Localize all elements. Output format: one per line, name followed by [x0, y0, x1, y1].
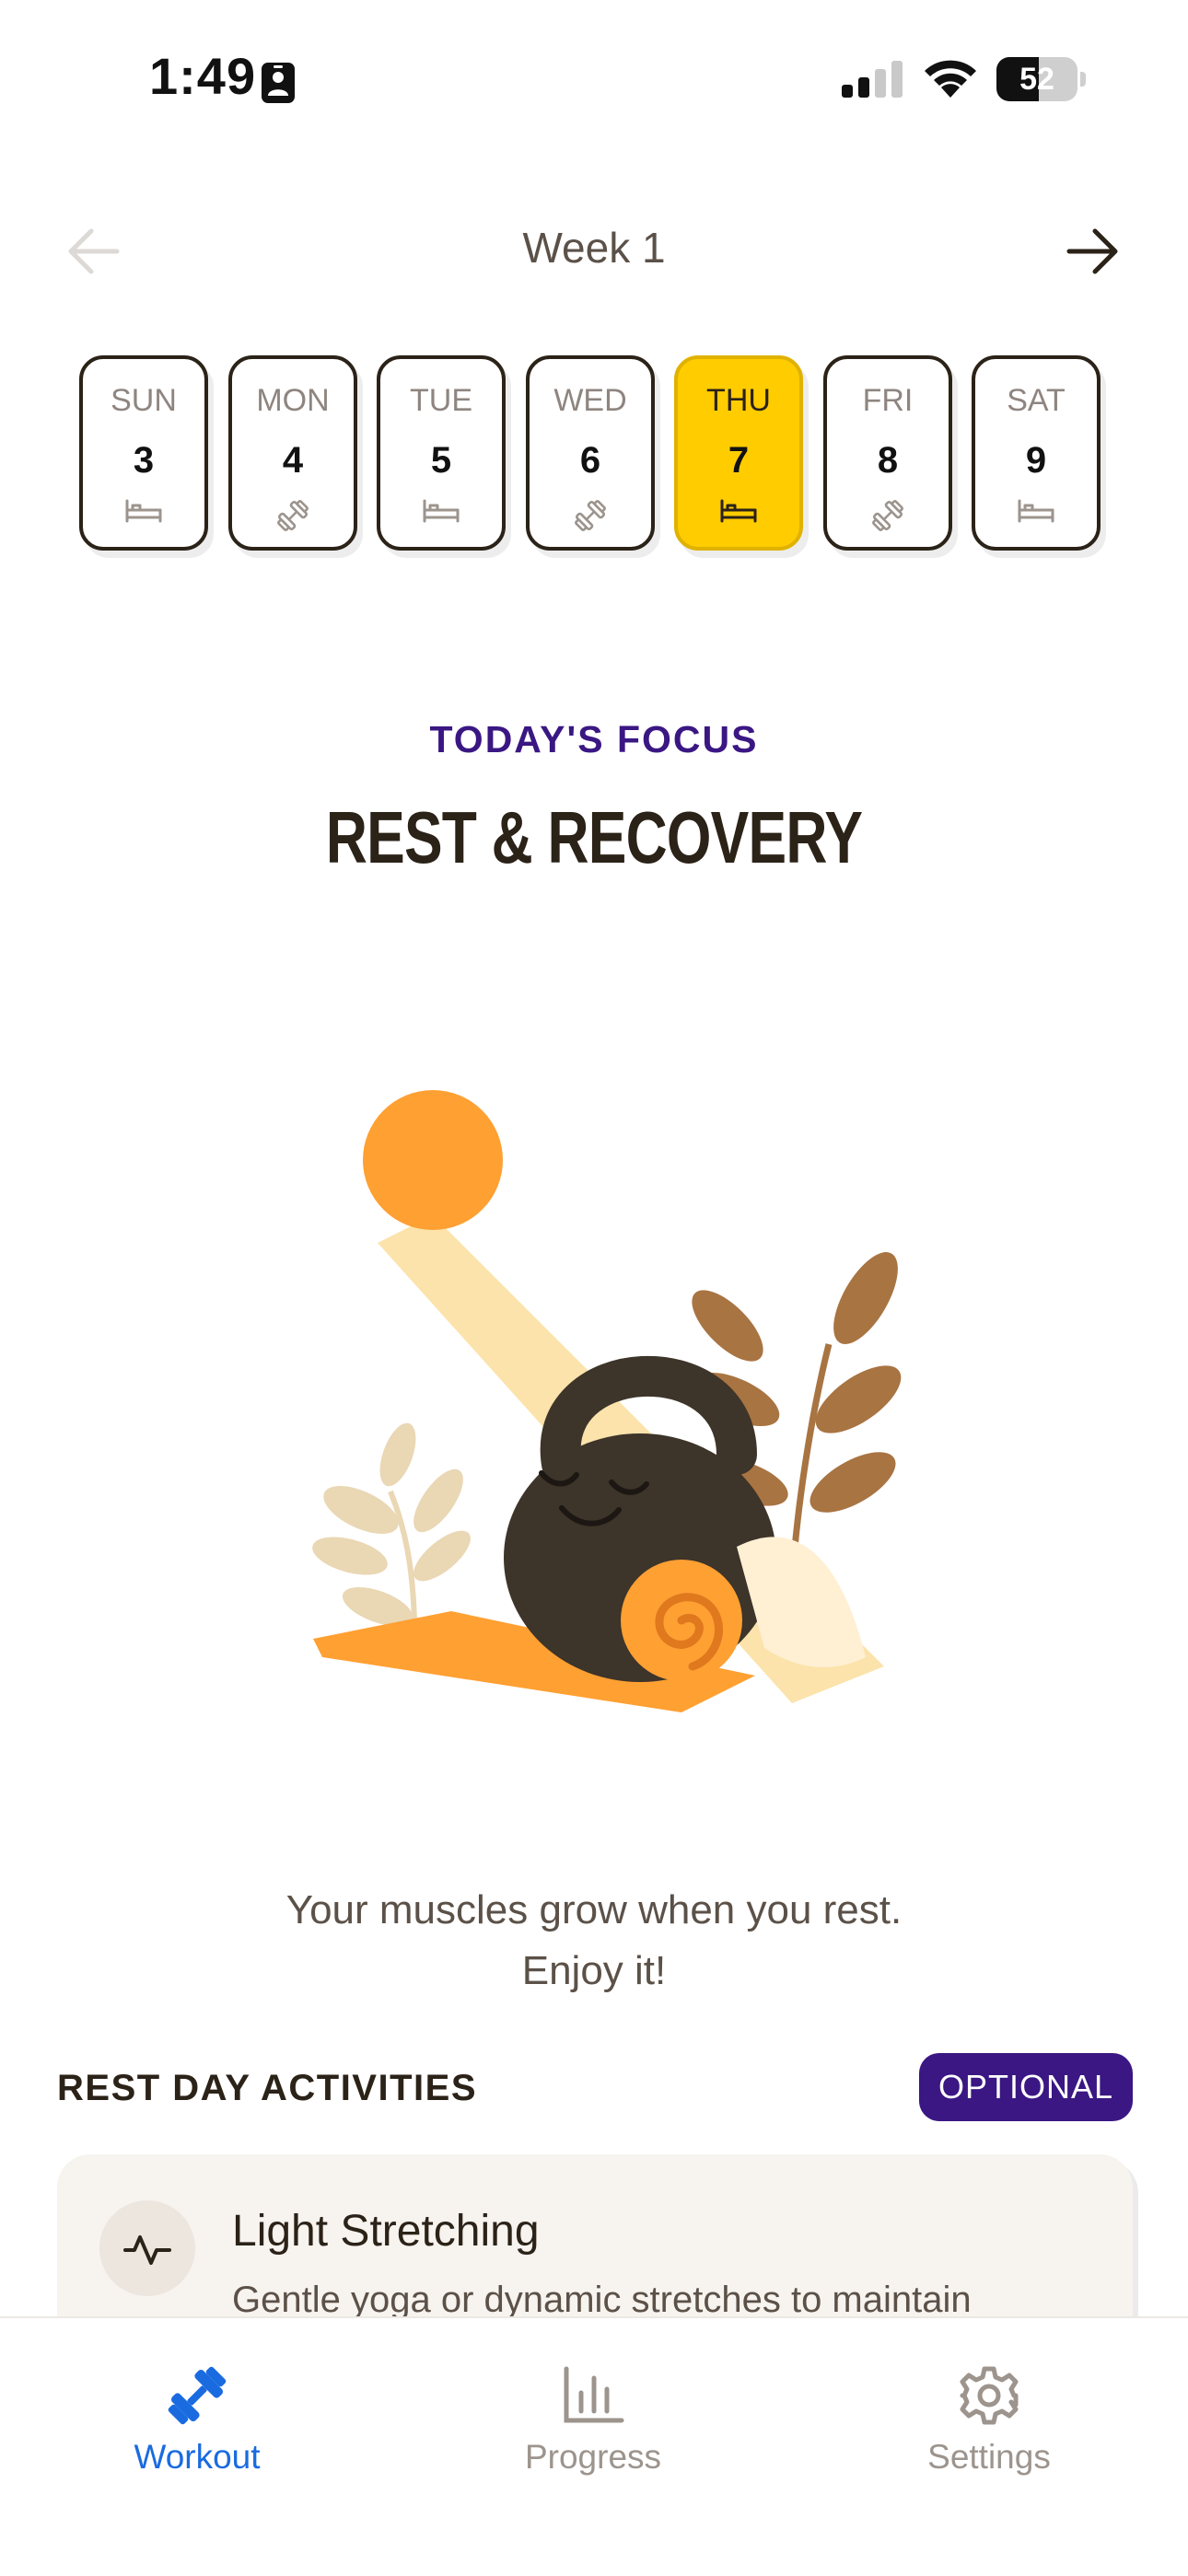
dumbbell-icon	[572, 497, 609, 539]
day-card-tue[interactable]: TUE 5	[377, 355, 506, 551]
bed-icon	[718, 497, 759, 529]
activity-title: Light Stretching	[232, 2207, 540, 2256]
gear-icon	[960, 2366, 1019, 2425]
week-header: Week 1	[0, 203, 1188, 295]
day-card-fri[interactable]: FRI 8	[823, 355, 952, 551]
dumbbell-icon	[274, 497, 311, 539]
tab-workout-label: Workout	[134, 2438, 261, 2476]
tab-progress-label: Progress	[524, 2438, 662, 2476]
bed-icon	[1016, 497, 1056, 529]
day-selector: SUN 3 MON 4 TUE 5 WED 6 THU 7 FRI 8 SAT 9	[79, 355, 1109, 558]
optional-badge: OPTIONAL	[919, 2053, 1133, 2121]
id-card-icon	[262, 63, 295, 103]
sun-shape	[363, 1090, 503, 1230]
rest-message: Your muscles grow when you rest. Enjoy i…	[0, 1880, 1188, 2002]
battery-icon: 52	[996, 57, 1086, 101]
rest-kettlebell-illustration	[312, 1090, 902, 1712]
day-number: 4	[282, 440, 304, 481]
bar-chart-icon	[564, 2366, 624, 2423]
day-number: 7	[728, 440, 750, 481]
arrow-right-icon	[1066, 228, 1118, 274]
activities-section-title: REST DAY ACTIVITIES	[57, 2068, 477, 2108]
signal-icon	[842, 61, 903, 98]
day-name: SAT	[1007, 383, 1066, 418]
day-number: 8	[877, 440, 899, 481]
day-card-sat[interactable]: SAT 9	[972, 355, 1101, 551]
bed-icon	[123, 497, 164, 529]
day-card-mon[interactable]: MON 4	[228, 355, 357, 551]
left-plant-shape	[312, 1422, 471, 1627]
activity-icon-container	[99, 2200, 195, 2296]
day-card-thu[interactable]: THU 7	[674, 355, 803, 551]
tab-bar: Workout Progress Settings	[0, 2316, 1188, 2576]
status-bar: 1:49 52	[0, 0, 1188, 157]
tab-progress[interactable]: Progress	[455, 2359, 731, 2497]
day-number: 5	[430, 440, 452, 481]
week-title: Week 1	[522, 224, 666, 272]
dumbbell-icon	[869, 497, 906, 539]
day-name: MON	[256, 383, 330, 418]
day-name: SUN	[111, 383, 177, 418]
wifi-icon	[925, 60, 976, 98]
day-name: WED	[553, 383, 627, 418]
next-week-button[interactable]	[1061, 219, 1125, 284]
tab-settings[interactable]: Settings	[851, 2359, 1127, 2497]
tab-settings-label: Settings	[927, 2438, 1051, 2476]
activity-pulse-icon	[123, 2235, 171, 2265]
day-number: 9	[1025, 440, 1047, 481]
day-name: TUE	[410, 383, 472, 418]
bed-icon	[421, 497, 461, 529]
day-name: THU	[706, 383, 771, 418]
tab-workout[interactable]: Workout	[59, 2359, 335, 2497]
day-name: FRI	[862, 383, 914, 418]
focus-kicker: TODAY'S FOCUS	[429, 718, 759, 760]
dumbbell-icon	[168, 2366, 227, 2425]
day-card-wed[interactable]: WED 6	[526, 355, 655, 551]
day-number: 3	[133, 440, 155, 481]
rest-message-line-2: Enjoy it!	[521, 1948, 667, 1993]
day-card-sun[interactable]: SUN 3	[79, 355, 208, 551]
day-number: 6	[579, 440, 601, 481]
focus-title: REST & RECOVERY	[325, 796, 863, 878]
activity-description: Gentle yoga or dynamic stretches to main…	[232, 2280, 972, 2320]
status-time: 1:49	[149, 47, 257, 105]
rest-message-line-1: Your muscles grow when you rest.	[285, 1887, 903, 1932]
battery-level: 52	[1019, 62, 1054, 97]
